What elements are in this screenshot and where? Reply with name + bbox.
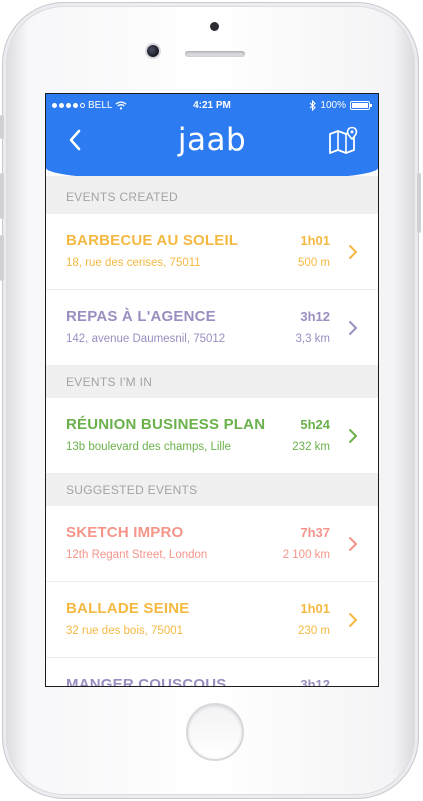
event-row[interactable]: BALLADE SEINE 32 rue des bois, 75001 1h0… <box>46 582 378 658</box>
bluetooth-icon <box>310 99 317 111</box>
event-row[interactable]: REPAS À L'AGENCE 142, avenue Daumesnil, … <box>46 290 378 366</box>
chevron-right-icon <box>349 613 358 627</box>
event-duration: 3h12 <box>300 309 330 324</box>
event-address: 32 rue des bois, 75001 <box>66 625 184 637</box>
event-distance: 2 100 km <box>282 549 330 561</box>
event-row[interactable]: SKETCH IMPRO 12th Regant Street, London … <box>46 506 378 582</box>
front-camera <box>147 45 159 57</box>
section-header-in: EVENTS I'M IN <box>46 366 378 398</box>
event-address: 18, rue des cerises, 75011 <box>66 257 201 269</box>
chevron-right-icon <box>349 321 358 335</box>
wifi-icon <box>116 100 127 109</box>
battery-percent: 100% <box>320 99 346 111</box>
volume-down-button <box>0 235 4 281</box>
event-distance: 3,3 km <box>295 333 330 345</box>
event-address: 12th Regant Street, London <box>66 549 208 561</box>
event-distance: 500 m <box>298 257 330 269</box>
status-bar: BELL 4:21 PM 100% <box>46 94 378 116</box>
home-button[interactable] <box>186 703 244 761</box>
event-distance: 232 km <box>292 441 330 453</box>
event-duration: 1h01 <box>300 601 330 616</box>
event-address: 142, avenue Daumesnil, 75012 <box>66 333 226 345</box>
events-list: EVENTS CREATED BARBECUE AU SOLEIL 18, ru… <box>46 176 378 687</box>
power-button <box>417 173 421 233</box>
carrier-name: BELL <box>88 99 113 111</box>
event-row[interactable]: BARBECUE AU SOLEIL 18, rue des cerises, … <box>46 214 378 290</box>
battery-icon <box>350 100 372 110</box>
event-row[interactable]: RÉUNION BUSINESS PLAN 13b boulevard des … <box>46 398 378 474</box>
app-screen: BELL 4:21 PM 100% jaab EVENTS CREATED BA… <box>45 93 379 687</box>
proximity-sensor <box>210 22 219 31</box>
chevron-right-icon <box>349 429 358 443</box>
volume-up-button <box>0 173 4 219</box>
event-duration: 1h01 <box>300 233 330 248</box>
section-header-created: EVENTS CREATED <box>46 176 378 214</box>
mute-switch <box>0 115 4 139</box>
event-duration: 3h12 <box>300 677 330 687</box>
section-header-suggested: SUGGESTED EVENTS <box>46 474 378 506</box>
event-title: RÉUNION BUSINESS PLAN <box>66 416 266 433</box>
event-distance: 230 m <box>298 625 330 637</box>
event-address: 13b boulevard des champs, Lille <box>66 441 231 453</box>
map-pin-icon[interactable] <box>328 126 360 154</box>
event-title: BALLADE SEINE <box>66 600 190 617</box>
event-duration: 7h37 <box>300 525 330 540</box>
nav-bar: jaab <box>46 116 378 182</box>
event-duration: 5h24 <box>300 417 330 432</box>
signal-strength-icon <box>52 102 85 108</box>
event-title: MANGER COUSCOUS <box>66 676 227 687</box>
event-row[interactable]: MANGER COUSCOUS 3h12 <box>46 658 378 687</box>
event-title: REPAS À L'AGENCE <box>66 308 216 325</box>
chevron-right-icon <box>349 537 358 551</box>
event-title: BARBECUE AU SOLEIL <box>66 232 239 249</box>
earpiece-speaker <box>185 51 245 57</box>
event-title: SKETCH IMPRO <box>66 524 184 541</box>
chevron-right-icon <box>349 245 358 259</box>
